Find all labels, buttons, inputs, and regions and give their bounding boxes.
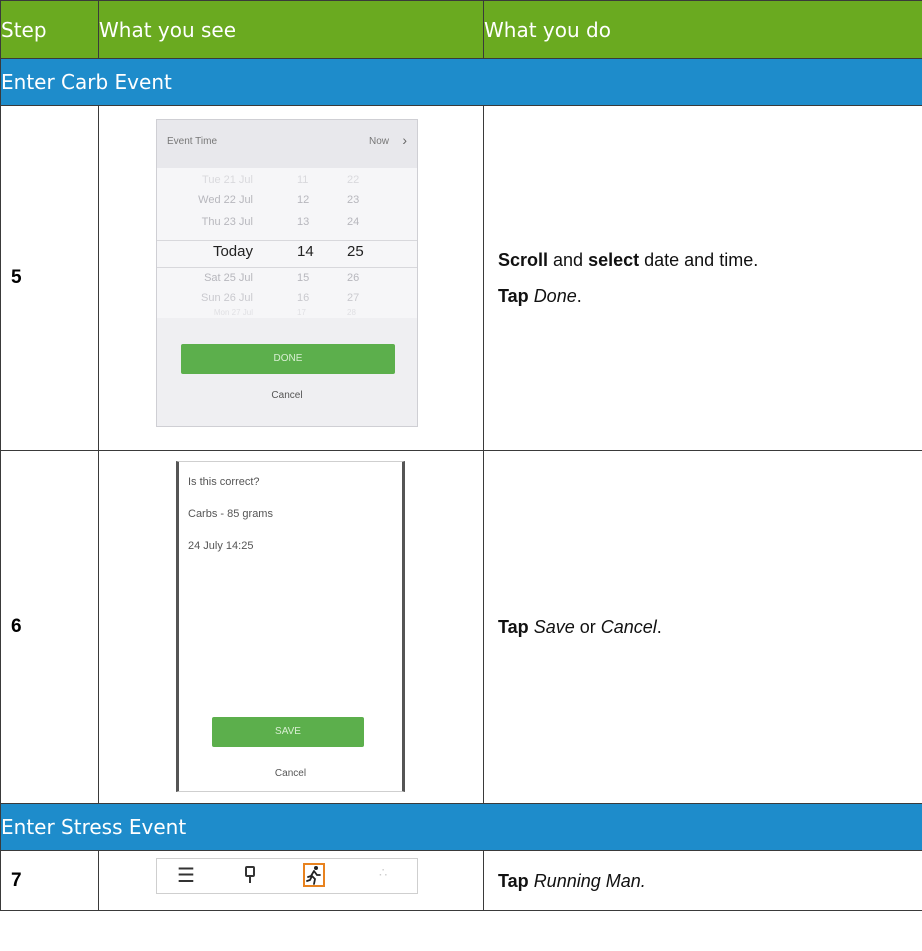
date-time-wheel: Tue 21 Jul 11 22 Wed 22 Jul 12 23 Thu 23… bbox=[157, 168, 417, 318]
instruction-italic: Save bbox=[533, 617, 575, 637]
wheel-row: Sat 25 Jul 15 26 bbox=[157, 272, 417, 292]
step-number: 7 bbox=[0, 850, 99, 911]
wheel-minute: 23 bbox=[347, 194, 360, 206]
confirm-screenshot: Is this correct? Carbs - 85 grams 24 Jul… bbox=[176, 461, 405, 792]
wheel-row: Thu 23 Jul 13 24 bbox=[157, 216, 417, 236]
wheel-hour: 11 bbox=[297, 174, 309, 186]
section-title-carb: Enter Carb Event bbox=[0, 58, 922, 106]
wheel-row: Tue 21 Jul 11 22 bbox=[157, 174, 417, 194]
confirm-datetime: 24 July 14:25 bbox=[188, 540, 254, 552]
wheel-day: Wed 22 Jul bbox=[198, 194, 253, 206]
wheel-day: Today bbox=[212, 243, 253, 260]
instruction-bold: Tap bbox=[498, 870, 529, 891]
steps-table: Step What you see What you do Enter Carb… bbox=[0, 0, 922, 911]
step-row-7: 7 ☰ ∴ Tap Running Man. bbox=[0, 850, 922, 911]
wheel-row: Wed 22 Jul 12 23 bbox=[157, 194, 417, 214]
what-you-do-cell: Tap Running Man. bbox=[483, 850, 922, 911]
section-row-stress: Enter Stress Event bbox=[0, 803, 922, 851]
chevron-right-icon: › bbox=[402, 132, 407, 148]
what-you-do-cell: Tap Save or Cancel. bbox=[483, 450, 922, 804]
step-row-5: 5 Event Time Now › Tue 21 Jul 11 22 Wed bbox=[0, 105, 922, 451]
wheel-day: Thu 23 Jul bbox=[201, 216, 253, 228]
wheel-hour: 16 bbox=[297, 292, 310, 304]
wheel-hour: 15 bbox=[297, 272, 310, 284]
wheel-minute: 25 bbox=[347, 243, 364, 260]
wheel-row: Mon 27 Jul 17 28 bbox=[157, 308, 417, 328]
header-row: Step What you see What you do bbox=[0, 0, 922, 59]
wheel-day: Mon 27 Jul bbox=[213, 308, 253, 317]
instruction-italic: Cancel bbox=[600, 617, 657, 637]
instruction-italic: Running Man. bbox=[533, 870, 646, 891]
header-what-you-see: What you see bbox=[98, 0, 484, 59]
wheel-hour: 12 bbox=[297, 194, 310, 206]
wheel-day: Sat 25 Jul bbox=[204, 272, 253, 284]
instruction-line: Tap Done. bbox=[498, 278, 922, 314]
save-button[interactable]: SAVE bbox=[212, 717, 364, 747]
instruction-italic: Done bbox=[533, 286, 577, 306]
cancel-link[interactable]: Cancel bbox=[157, 390, 417, 401]
header-step: Step bbox=[0, 0, 99, 59]
what-you-see-cell: Is this correct? Carbs - 85 grams 24 Jul… bbox=[98, 450, 484, 804]
instruction-text: and bbox=[548, 250, 589, 270]
instruction-bold: Scroll bbox=[498, 250, 549, 270]
step-number: 6 bbox=[0, 450, 99, 804]
event-time-picker-screenshot: Event Time Now › Tue 21 Jul 11 22 Wed 22… bbox=[156, 119, 418, 427]
section-title-stress: Enter Stress Event bbox=[0, 803, 922, 851]
wheel-day: Tue 21 Jul bbox=[202, 174, 253, 186]
cancel-link[interactable]: Cancel bbox=[179, 768, 402, 779]
wheel-hour: 13 bbox=[297, 216, 310, 228]
what-you-do-cell: Scroll and select date and time. Tap Don… bbox=[483, 105, 922, 451]
wheel-minute: 24 bbox=[347, 216, 360, 228]
picker-header: Event Time Now › bbox=[157, 120, 417, 168]
dots-icon[interactable]: ∴ bbox=[379, 865, 387, 881]
instruction-line: Scroll and select date and time. bbox=[498, 242, 922, 278]
done-button[interactable]: DONE bbox=[181, 344, 395, 374]
picker-title: Event Time bbox=[167, 136, 218, 147]
instruction-bold: select bbox=[588, 250, 640, 270]
wheel-minute: 26 bbox=[347, 272, 360, 284]
running-man-icon[interactable] bbox=[303, 863, 325, 887]
what-you-see-cell: Event Time Now › Tue 21 Jul 11 22 Wed 22… bbox=[98, 105, 484, 451]
toolbar-screenshot: ☰ ∴ bbox=[156, 858, 418, 894]
menu-icon[interactable]: ☰ bbox=[177, 865, 195, 887]
wheel-minute: 22 bbox=[347, 174, 360, 186]
instruction-bold: Tap bbox=[498, 286, 529, 306]
instruction-line: Tap Running Man. bbox=[498, 863, 922, 899]
instruction-text: or bbox=[574, 617, 601, 637]
wheel-hour: 17 bbox=[297, 308, 306, 317]
sensor-icon[interactable] bbox=[243, 865, 257, 890]
wheel-day: Sun 26 Jul bbox=[201, 292, 253, 304]
instruction-text: . bbox=[656, 617, 662, 637]
confirm-carbs: Carbs - 85 grams bbox=[188, 508, 273, 520]
what-you-see-cell: ☰ ∴ bbox=[98, 850, 484, 911]
header-what-you-do: What you do bbox=[483, 0, 922, 59]
instruction-bold: Tap bbox=[498, 617, 529, 637]
now-label: Now bbox=[368, 136, 389, 147]
wheel-row-selected[interactable]: Today 14 25 bbox=[157, 243, 417, 263]
wheel-hour: 14 bbox=[297, 243, 314, 260]
wheel-minute: 27 bbox=[347, 292, 360, 304]
wheel-minute: 28 bbox=[347, 308, 356, 317]
step-number: 5 bbox=[0, 105, 99, 451]
confirm-question: Is this correct? bbox=[188, 476, 260, 488]
section-row-carb: Enter Carb Event bbox=[0, 58, 922, 106]
page: Step What you see What you do Enter Carb… bbox=[0, 0, 922, 951]
instruction-text: date and time. bbox=[639, 250, 759, 270]
step-row-6: 6 Is this correct? Carbs - 85 grams 24 J… bbox=[0, 450, 922, 804]
instruction-text: . bbox=[576, 286, 582, 306]
instruction-line: Tap Save or Cancel. bbox=[498, 609, 922, 645]
